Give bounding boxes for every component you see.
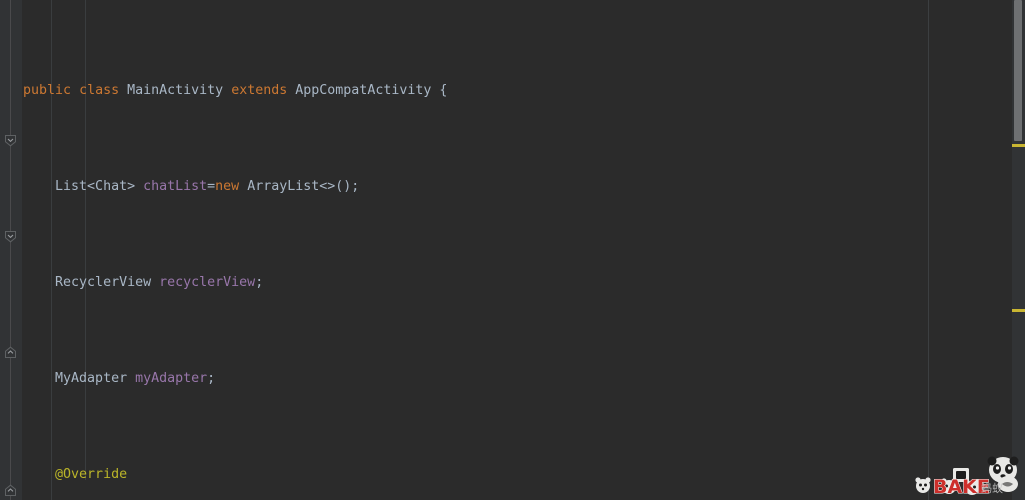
chevron-up-fold-icon[interactable]	[4, 484, 17, 497]
code-fold-gutter	[0, 0, 22, 500]
chevron-up-fold-icon[interactable]	[4, 346, 17, 359]
code-line: List<Chat> chatList=new ArrayList<>();	[55, 179, 360, 194]
warning-marker[interactable]	[1012, 309, 1025, 312]
chevron-down-fold-icon[interactable]	[4, 230, 17, 243]
chevron-down-fold-icon[interactable]	[4, 134, 17, 147]
gutter-edge-divider	[22, 0, 23, 500]
fold-guide-line	[10, 0, 11, 500]
code-lines-container: public class MainActivity extends AppCom…	[23, 7, 1025, 500]
code-line: MyAdapter myAdapter;	[55, 371, 216, 386]
code-line: RecyclerView recyclerView;	[55, 275, 264, 290]
code-line: public class MainActivity extends AppCom…	[23, 83, 448, 98]
code-text-area[interactable]: public class MainActivity extends AppCom…	[23, 0, 1025, 500]
code-line: @Override	[55, 467, 128, 482]
vertical-scrollbar-thumb[interactable]	[1014, 0, 1022, 141]
warning-marker[interactable]	[1012, 144, 1025, 147]
code-editor-window: public class MainActivity extends AppCom…	[0, 0, 1025, 500]
editor-marker-bar[interactable]	[1012, 0, 1025, 500]
